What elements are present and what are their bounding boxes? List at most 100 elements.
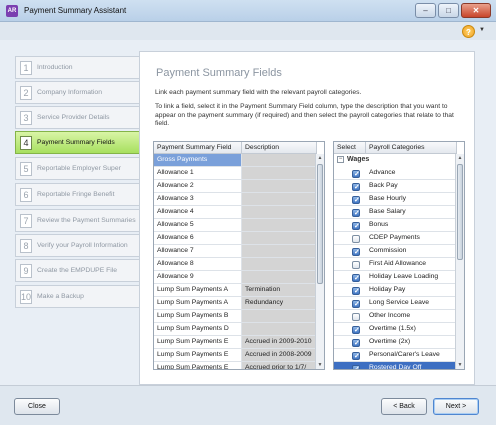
description-cell[interactable] [242,167,317,180]
field-cell[interactable]: Lump Sum Payments E [154,349,242,362]
select-cell[interactable] [334,284,366,298]
category-checkbox[interactable] [352,364,360,369]
category-row[interactable]: Base Salary [334,206,457,220]
group-row-wages[interactable]: − Wages [334,154,457,166]
scroll-down-arrow-icon[interactable]: ▼ [316,361,324,369]
category-checkbox[interactable] [352,235,360,243]
step-make-a-backup[interactable]: 10 Make a Backup [15,285,139,308]
category-checkbox[interactable] [352,325,360,337]
description-cell[interactable] [242,193,317,206]
category-row[interactable]: Holiday Pay [334,284,457,298]
field-cell[interactable]: Lump Sum Payments E [154,336,242,349]
category-row[interactable]: Overtime (2x) [334,336,457,350]
next-button[interactable]: Next > [433,398,479,415]
column-header-payroll-categories[interactable]: Payroll Categories [366,142,457,154]
payment-summary-fields-grid[interactable]: Payment Summary Field Description Gross … [153,141,325,370]
description-cell[interactable] [242,232,317,245]
scroll-down-arrow-icon[interactable]: ▼ [456,361,464,369]
field-cell[interactable]: Allowance 2 [154,180,242,193]
select-cell[interactable] [334,310,366,323]
select-cell[interactable] [334,245,366,259]
fields-vertical-scrollbar[interactable]: ▲ ▼ [315,154,324,369]
field-cell[interactable]: Allowance 3 [154,193,242,206]
category-row[interactable]: Long Service Leave [334,297,457,311]
field-cell[interactable]: Allowance 9 [154,271,242,284]
description-cell[interactable] [242,154,317,167]
category-row[interactable]: First Aid Allowance [334,258,457,271]
step-reportable-fringe-benefit[interactable]: 6 Reportable Fringe Benefit [15,183,139,206]
step-review-payment-summaries[interactable]: 7 Review the Payment Summaries [15,209,139,232]
category-row[interactable]: Back Pay [334,180,457,194]
column-header-description[interactable]: Description [242,142,317,154]
category-row[interactable]: Holiday Leave Loading [334,271,457,285]
select-cell[interactable] [334,271,366,285]
scroll-thumb[interactable] [457,164,463,260]
select-cell[interactable] [334,206,366,220]
select-cell[interactable] [334,323,366,337]
step-service-provider-details[interactable]: 3 Service Provider Details [15,106,139,129]
category-row[interactable]: Commission [334,245,457,259]
category-checkbox[interactable] [352,351,360,363]
category-checkbox[interactable] [352,299,360,311]
category-checkbox[interactable] [352,286,360,298]
description-cell[interactable]: Redundancy [242,297,317,310]
scroll-thumb[interactable] [317,164,323,284]
description-cell[interactable] [242,206,317,219]
close-button[interactable]: Close [14,398,60,415]
category-checkbox[interactable] [352,208,360,220]
field-cell[interactable]: Lump Sum Payments D [154,323,242,336]
description-cell[interactable] [242,310,317,323]
step-introduction[interactable]: 1 Introduction [15,56,139,79]
select-cell[interactable] [334,258,366,271]
select-cell[interactable] [334,193,366,207]
category-row[interactable]: Rostered Day Off [334,362,457,369]
description-cell[interactable] [242,323,317,336]
description-cell[interactable]: Termination [242,284,317,297]
field-cell[interactable]: Lump Sum Payments A [154,297,242,310]
select-cell[interactable] [334,336,366,350]
description-cell[interactable] [242,180,317,193]
category-row[interactable]: Other Income [334,310,457,323]
field-cell[interactable]: Allowance 4 [154,206,242,219]
field-cell[interactable]: Gross Payments [154,154,242,167]
category-checkbox[interactable] [352,221,360,233]
category-row[interactable]: Bonus [334,219,457,233]
scroll-up-arrow-icon[interactable]: ▲ [456,154,464,162]
step-verify-payroll-information[interactable]: 8 Verify your Payroll Information [15,234,139,257]
column-header-field[interactable]: Payment Summary Field [154,142,242,154]
category-row[interactable]: Overtime (1.5x) [334,323,457,337]
select-cell[interactable] [334,362,366,369]
maximize-button[interactable]: □ [438,3,459,18]
field-cell[interactable]: Allowance 1 [154,167,242,180]
field-cell[interactable]: Allowance 6 [154,232,242,245]
collapse-group-icon[interactable]: − [337,156,344,163]
back-button[interactable]: < Back [381,398,427,415]
category-row[interactable]: Personal/Carer's Leave [334,349,457,363]
step-company-information[interactable]: 2 Company Information [15,81,139,104]
field-cell[interactable]: Lump Sum Payments E [154,362,242,369]
categories-vertical-scrollbar[interactable]: ▲ ▼ [455,154,464,369]
select-cell[interactable] [334,232,366,245]
select-cell[interactable] [334,180,366,194]
close-window-button[interactable]: ✕ [461,3,491,18]
minimize-button[interactable]: – [415,3,436,18]
field-cell[interactable]: Allowance 8 [154,258,242,271]
description-cell[interactable] [242,219,317,232]
step-payment-summary-fields[interactable]: 4 Payment Summary Fields [15,131,139,154]
category-row[interactable]: Advance [334,167,457,181]
help-menu-button[interactable]: ? ▼ [458,24,490,40]
step-create-empdupe-file[interactable]: 9 Create the EMPDUPE File [15,259,139,282]
field-cell[interactable]: Lump Sum Payments A [154,284,242,297]
field-cell[interactable]: Lump Sum Payments B [154,310,242,323]
field-cell[interactable]: Allowance 7 [154,245,242,258]
category-checkbox[interactable] [352,247,360,259]
description-cell[interactable]: Accrued in 2009-2010 [242,336,317,349]
description-cell[interactable] [242,271,317,284]
category-checkbox[interactable] [352,273,360,285]
category-checkbox[interactable] [352,182,360,194]
description-cell[interactable] [242,258,317,271]
payroll-categories-grid[interactable]: Select Payroll Categories − Wages Advanc… [333,141,465,370]
category-checkbox[interactable] [352,338,360,350]
description-cell[interactable]: Accrued in 2008-2009 [242,349,317,362]
description-cell[interactable]: Accrued prior to 1/7/ [242,362,317,369]
